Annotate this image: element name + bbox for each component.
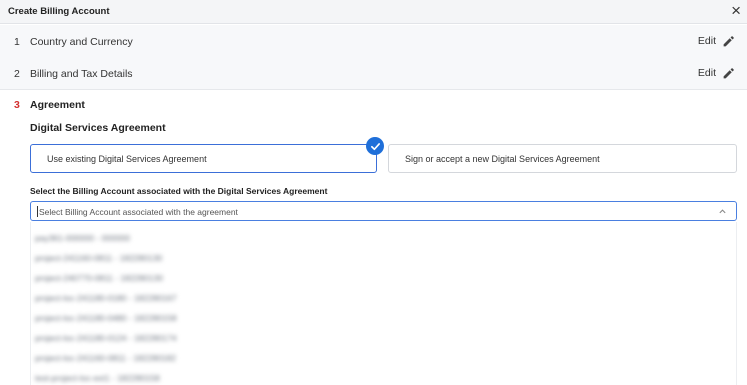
chevron-up-icon[interactable] [718, 207, 727, 216]
check-icon [366, 137, 384, 155]
use-existing-agreement-option[interactable]: Use existing Digital Services Agreement [30, 144, 377, 173]
dropdown-option[interactable]: project-loc-241180-0180 - 182280167 [31, 288, 736, 308]
dialog-header: Create Billing Account × [0, 0, 747, 24]
dropdown-option[interactable]: project-241160-0811 - 182280130 [31, 248, 736, 268]
pencil-icon [723, 35, 734, 46]
dropdown-option[interactable]: test-project-loc-ext1 - 182280158 [31, 368, 736, 385]
step-number-active: 3 [14, 99, 20, 111]
select-placeholder: Select Billing Account associated with t… [39, 207, 238, 217]
option-text: test-project-loc-ext1 - 182280158 [35, 373, 160, 383]
dialog-title: Create Billing Account [8, 6, 110, 17]
option-text: pay361-000000 - 000000 [35, 233, 130, 243]
edit-billing-tax-button[interactable]: Edit [698, 65, 735, 81]
edit-label: Edit [697, 67, 716, 79]
step-number: 2 [14, 68, 20, 80]
step-label-active: Agreement [30, 99, 85, 111]
billing-account-dropdown: pay361-000000 - 000000 project-241160-08… [30, 222, 737, 385]
select-billing-account-label: Select the Billing Account associated wi… [30, 186, 328, 196]
new-agreement-option[interactable]: Sign or accept a new Digital Services Ag… [388, 144, 737, 173]
dropdown-option[interactable]: project-loc-241180-0480 - 182280158 [31, 308, 736, 328]
option-text: project-loc-241180-0180 - 182280167 [35, 293, 177, 303]
option-label: Use existing Digital Services Agreement [47, 154, 207, 164]
option-text: project-240770-0811 - 182280130 [35, 273, 163, 283]
dropdown-option[interactable]: project-loc-241180-0124 - 182280174 [31, 328, 736, 348]
option-text: project-loc-241160-0811 - 182280182 [35, 353, 176, 363]
option-text: project-loc-241180-0124 - 182280174 [35, 333, 177, 343]
step-number: 1 [14, 36, 20, 48]
option-label: Sign or accept a new Digital Services Ag… [405, 154, 600, 164]
step-country-currency: 1 Country and Currency Edit [0, 25, 747, 58]
step-label: Country and Currency [30, 36, 133, 48]
dropdown-option[interactable]: project-loc-241160-0811 - 182280182 [31, 348, 736, 368]
option-text: project-loc-241180-0480 - 182280158 [35, 313, 177, 323]
step-billing-tax: 2 Billing and Tax Details Edit [0, 57, 747, 90]
billing-account-select[interactable]: Select Billing Account associated with t… [30, 201, 737, 221]
edit-label: Edit [697, 35, 716, 47]
edit-country-currency-button[interactable]: Edit [698, 33, 735, 49]
option-text: project-241160-0811 - 182280130 [35, 253, 163, 263]
step-label: Billing and Tax Details [30, 68, 133, 80]
section-title: Digital Services Agreement [30, 122, 166, 134]
pencil-icon [723, 67, 734, 78]
close-icon[interactable]: × [731, 2, 741, 20]
dropdown-option[interactable]: pay361-000000 - 000000 [31, 228, 736, 248]
text-cursor [37, 206, 38, 217]
dropdown-option[interactable]: project-240770-0811 - 182280130 [31, 268, 736, 288]
